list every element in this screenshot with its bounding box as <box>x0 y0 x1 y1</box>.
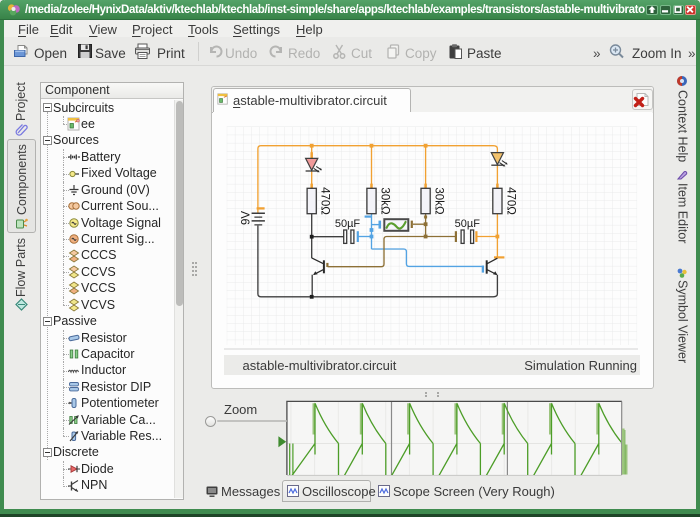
svg-text:50µF: 50µF <box>455 218 481 230</box>
svg-text:470Ω: 470Ω <box>319 187 331 215</box>
svg-text:470Ω: 470Ω <box>504 187 516 215</box>
svg-text:30kΩ: 30kΩ <box>378 187 390 215</box>
svg-text:9V: 9V <box>241 211 253 225</box>
svg-text:50µF: 50µF <box>335 218 361 230</box>
svg-text:30kΩ: 30kΩ <box>433 187 445 215</box>
